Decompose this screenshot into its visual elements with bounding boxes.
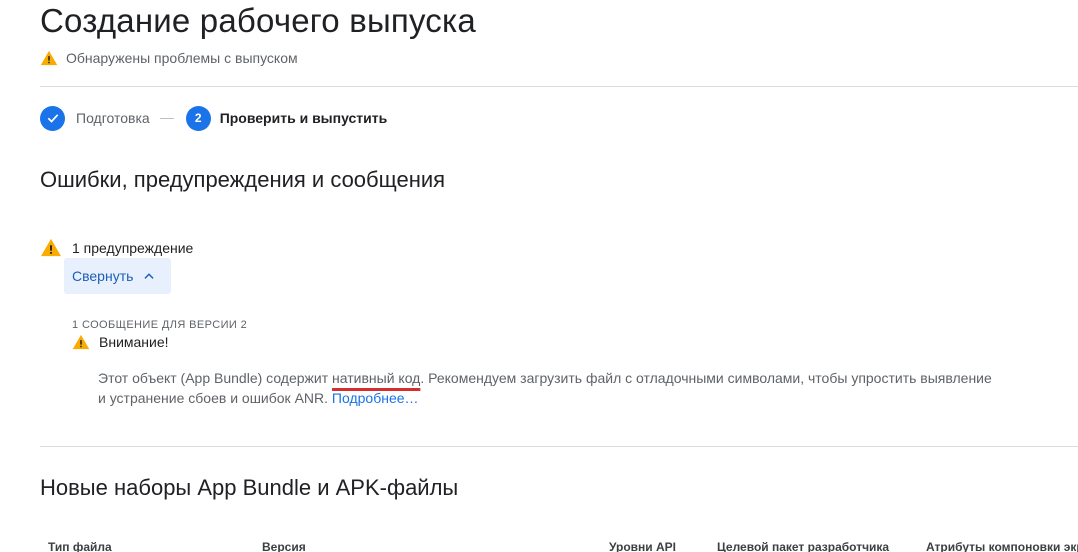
bundles-section-heading: Новые наборы App Bundle и APK-файлы xyxy=(40,475,459,500)
column-header-file-type[interactable]: Тип файла xyxy=(48,540,112,552)
message-group-label: 1 СООБЩЕНИЕ ДЛЯ ВЕРСИИ 2 xyxy=(72,319,248,331)
step-2-number[interactable]: 2 xyxy=(185,105,211,131)
warning-count: 1 предупреждение xyxy=(40,238,193,257)
bundles-table-header: Тип файла Версия Уровни API Целевой паке… xyxy=(0,540,1078,552)
divider xyxy=(40,86,1078,87)
warning-triangle-icon xyxy=(72,334,90,350)
divider xyxy=(40,446,1078,447)
stepper: Подготовка 2 Проверить и выпустить xyxy=(40,105,387,131)
step-connector xyxy=(159,117,174,119)
step-1-done-indicator[interactable] xyxy=(40,105,65,131)
warning-count-text: 1 предупреждение xyxy=(72,239,194,256)
message-text-before: Этот объект (App Bundle) содержит xyxy=(98,370,333,386)
errors-section-heading: Ошибки, предупреждения и сообщения xyxy=(40,167,446,192)
message-title-text: Внимание! xyxy=(99,334,169,350)
message-text-highlight: нативный код xyxy=(332,370,421,386)
warning-triangle-icon xyxy=(40,50,58,66)
column-header-version[interactable]: Версия xyxy=(262,540,306,552)
collapse-button-label: Свернуть xyxy=(72,268,134,284)
collapse-button[interactable]: Свернуть xyxy=(64,258,171,294)
column-header-api-levels[interactable]: Уровни API xyxy=(609,540,676,552)
learn-more-link[interactable]: Подробнее… xyxy=(332,390,419,406)
page-title: Создание рабочего выпуска xyxy=(40,2,476,39)
step-2-label[interactable]: Проверить и выпустить xyxy=(220,110,388,126)
release-page: Создание рабочего выпуска Обнаружены про… xyxy=(0,0,1078,552)
message-body: Этот объект (App Bundle) содержит нативн… xyxy=(98,368,998,408)
message-title: Внимание! xyxy=(72,334,169,350)
chevron-up-icon xyxy=(144,273,155,279)
step-1-label[interactable]: Подготовка xyxy=(76,110,150,126)
release-status: Обнаружены проблемы с выпуском xyxy=(40,50,298,66)
column-header-screen-attributes[interactable]: Атрибуты компоновки экр xyxy=(926,540,1078,552)
warning-triangle-icon xyxy=(41,238,61,257)
checkmark-icon xyxy=(47,114,58,123)
column-header-target-package[interactable]: Целевой пакет разработчика xyxy=(717,540,889,552)
release-status-text: Обнаружены проблемы с выпуском xyxy=(66,50,298,66)
